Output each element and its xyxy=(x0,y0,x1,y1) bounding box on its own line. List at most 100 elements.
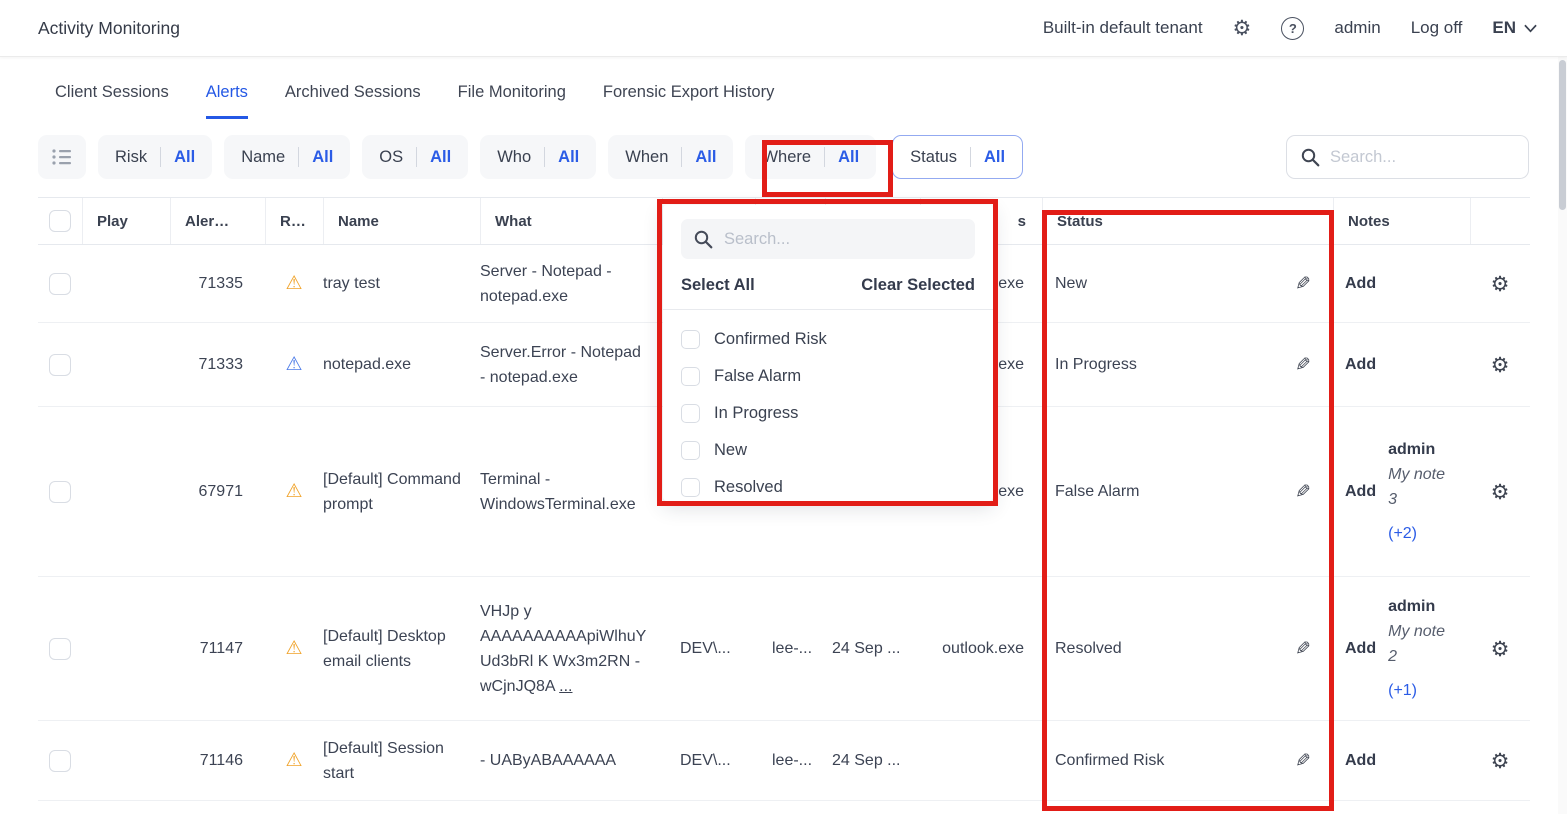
note-preview: admin My note 2 (+1) xyxy=(1388,594,1450,703)
row-settings-gear-icon[interactable]: ⚙ xyxy=(1491,353,1510,377)
edit-status-icon[interactable]: ✎ xyxy=(1295,750,1311,772)
filter-value: All xyxy=(558,148,579,167)
add-note-button[interactable]: Add xyxy=(1345,356,1376,374)
filter-chip-who[interactable]: Who All xyxy=(480,135,596,179)
col-header-risk[interactable]: R… xyxy=(265,198,323,244)
scrollbar-thumb[interactable] xyxy=(1559,60,1566,210)
checkbox[interactable] xyxy=(681,404,700,423)
alert-id: 71335 xyxy=(170,275,265,293)
option-confirmed-risk[interactable]: Confirmed Risk xyxy=(681,321,975,358)
add-note-button[interactable]: Add xyxy=(1345,640,1376,658)
alert-name: [Default] Desktop email clients xyxy=(323,624,480,674)
tab-bar: Client Sessions Alerts Archived Sessions… xyxy=(0,57,1567,119)
filter-chip-status[interactable]: Status All xyxy=(892,135,1023,179)
checkbox[interactable] xyxy=(681,367,700,386)
add-note-button[interactable]: Add xyxy=(1345,752,1376,770)
filter-chip-risk[interactable]: Risk All xyxy=(98,135,212,179)
edit-status-icon[interactable]: ✎ xyxy=(1295,638,1311,660)
notes-cell: Add admin My note 2 (+1) xyxy=(1333,594,1470,703)
edit-status-icon[interactable]: ✎ xyxy=(1295,273,1311,295)
dropdown-actions: Select All Clear Selected xyxy=(681,276,975,295)
note-preview: admin My note 3 (+2) xyxy=(1388,437,1450,546)
row-settings-gear-icon[interactable]: ⚙ xyxy=(1491,480,1510,504)
select-all-link[interactable]: Select All xyxy=(681,276,755,295)
risk-warning-icon: ⚠ xyxy=(285,637,302,659)
column-settings-button[interactable] xyxy=(38,135,86,179)
tab-forensic-export-history[interactable]: Forensic Export History xyxy=(603,83,774,119)
edit-status-icon[interactable]: ✎ xyxy=(1295,354,1311,376)
settings-gear-icon[interactable]: ⚙ xyxy=(1233,18,1252,39)
note-author: admin xyxy=(1388,594,1450,619)
when-cell: 24 Sep ... xyxy=(825,752,920,770)
checkbox[interactable] xyxy=(681,441,700,460)
search-input[interactable] xyxy=(1330,148,1500,167)
filter-chip-os[interactable]: OS All xyxy=(362,135,468,179)
select-all-checkbox[interactable] xyxy=(49,210,71,232)
checkbox[interactable] xyxy=(681,330,700,349)
note-more-link[interactable]: (+1) xyxy=(1388,678,1450,703)
option-resolved[interactable]: Resolved xyxy=(681,469,975,506)
option-in-progress[interactable]: In Progress xyxy=(681,395,975,432)
option-new[interactable]: New xyxy=(681,432,975,469)
divider xyxy=(416,147,417,167)
col-header-notes[interactable]: Notes xyxy=(1333,198,1470,244)
who-cell: DEV\... xyxy=(662,640,755,658)
col-header-status[interactable]: Status xyxy=(1042,198,1333,244)
status-value: False Alarm xyxy=(1055,483,1139,501)
help-icon[interactable]: ? xyxy=(1281,17,1304,40)
language-selector[interactable]: EN xyxy=(1492,18,1537,38)
alert-name: tray test xyxy=(323,271,480,296)
row-settings-gear-icon[interactable]: ⚙ xyxy=(1491,637,1510,661)
row-checkbox[interactable] xyxy=(49,750,71,772)
filter-label: Risk xyxy=(115,148,147,167)
filter-chip-when[interactable]: When All xyxy=(608,135,733,179)
alert-name: [Default] Command prompt xyxy=(323,467,480,517)
col-header-alert[interactable]: Aler… xyxy=(170,198,265,244)
filter-value: All xyxy=(838,148,859,167)
note-text: My note 2 xyxy=(1388,619,1450,669)
clear-selected-link[interactable]: Clear Selected xyxy=(861,276,975,295)
add-note-button[interactable]: Add xyxy=(1345,275,1376,293)
what-cell: Server.Error - Notepad - notepad.exe xyxy=(480,340,662,390)
notes-cell: Add admin My note 3 (+2) xyxy=(1333,437,1470,546)
when-cell: 24 Sep ... xyxy=(825,640,920,658)
tab-archived-sessions[interactable]: Archived Sessions xyxy=(285,83,421,119)
what-more-link[interactable]: ... xyxy=(559,678,572,695)
row-settings-gear-icon[interactable]: ⚙ xyxy=(1491,749,1510,773)
scrollbar-track[interactable] xyxy=(1558,57,1567,814)
search-icon xyxy=(1301,148,1320,167)
col-header-what[interactable]: What xyxy=(480,198,662,244)
checkbox[interactable] xyxy=(681,478,700,497)
note-text: My note 3 xyxy=(1388,462,1450,512)
row-checkbox[interactable] xyxy=(49,638,71,660)
edit-status-icon[interactable]: ✎ xyxy=(1295,481,1311,503)
tab-file-monitoring[interactable]: File Monitoring xyxy=(458,83,566,119)
process-cell: outlook.exe xyxy=(920,640,1042,658)
notes-cell: Add xyxy=(1333,356,1470,374)
row-settings-gear-icon[interactable]: ⚙ xyxy=(1491,272,1510,296)
where-cell: lee-... xyxy=(755,752,825,770)
top-bar-right: Built-in default tenant ⚙ ? admin Log of… xyxy=(1043,17,1537,40)
filter-label: Status xyxy=(910,148,957,167)
filter-chip-name[interactable]: Name All xyxy=(224,135,350,179)
option-false-alarm[interactable]: False Alarm xyxy=(681,358,975,395)
filter-value: All xyxy=(312,148,333,167)
logoff-link[interactable]: Log off xyxy=(1411,18,1463,38)
filter-label: OS xyxy=(379,148,403,167)
col-header-play[interactable]: Play xyxy=(82,198,170,244)
col-header-name[interactable]: Name xyxy=(323,198,480,244)
divider xyxy=(298,147,299,167)
row-checkbox[interactable] xyxy=(49,273,71,295)
dropdown-search-input[interactable] xyxy=(724,230,954,249)
row-checkbox[interactable] xyxy=(49,481,71,503)
note-more-link[interactable]: (+2) xyxy=(1388,521,1450,546)
row-checkbox[interactable] xyxy=(49,354,71,376)
tab-alerts[interactable]: Alerts xyxy=(206,83,248,119)
tab-client-sessions[interactable]: Client Sessions xyxy=(55,83,169,119)
dropdown-options: Confirmed Risk False Alarm In Progress N… xyxy=(681,321,975,506)
user-name: admin xyxy=(1334,18,1380,38)
alert-id: 71147 xyxy=(170,640,265,658)
add-note-button[interactable]: Add xyxy=(1345,483,1376,501)
filter-chip-where[interactable]: Where All xyxy=(745,135,876,179)
what-cell: VHJp y AAAAAAAAAApiWlhuY Ud3bRl K Wx3m2R… xyxy=(480,599,662,699)
